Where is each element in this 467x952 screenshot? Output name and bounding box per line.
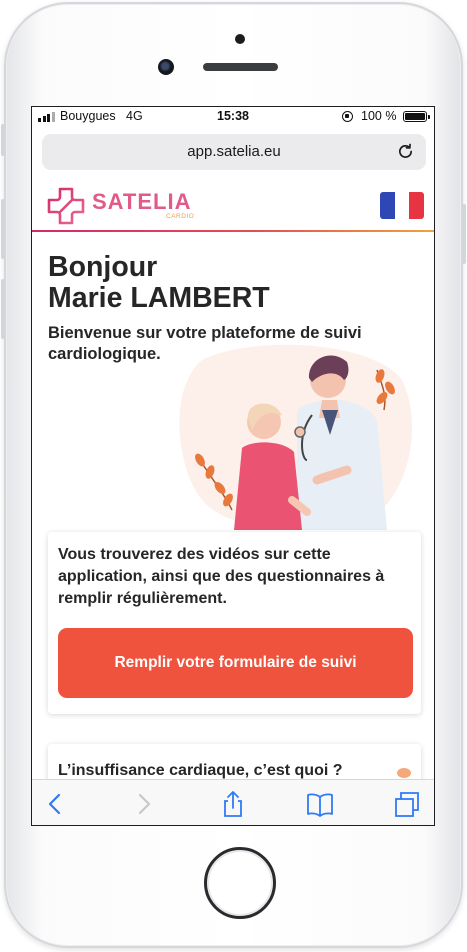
greeting-line1: Bonjour	[48, 251, 158, 283]
share-icon[interactable]	[218, 790, 248, 818]
logo-text: SATELIA	[92, 189, 192, 214]
status-time: 15:38	[217, 109, 249, 123]
front-camera	[158, 59, 174, 75]
heart-failure-title: L’insuffisance cardiaque, c’est quoi ?	[58, 762, 343, 779]
reload-icon[interactable]	[397, 143, 414, 160]
carrier-label: Bouygues 4G	[60, 109, 143, 123]
proximity-sensor	[235, 34, 245, 44]
browser-toolbar	[32, 779, 434, 825]
address-bar[interactable]: app.satelia.eu	[42, 134, 426, 170]
app-header: SATELIA CARDIO	[32, 176, 434, 232]
signal-icon	[38, 112, 55, 122]
earpiece-speaker	[203, 63, 278, 71]
language-flag-icon[interactable]	[380, 192, 424, 219]
greeting: Bonjour Marie LAMBERT	[48, 252, 270, 314]
info-text: Vous trouverez des vidéos sur cette appl…	[58, 546, 385, 607]
orientation-lock-icon	[342, 111, 353, 122]
status-bar: Bouygues 4G 15:38 100 %	[32, 107, 434, 127]
mute-switch	[1, 124, 5, 156]
card-thumbnail	[397, 768, 411, 778]
back-icon[interactable]	[40, 790, 70, 818]
bookmarks-icon[interactable]	[305, 790, 335, 818]
network-label: 4G	[126, 109, 143, 123]
screen: Bouygues 4G 15:38 100 % app.satelia.eu S…	[31, 106, 435, 826]
info-card: Vous trouverez des vidéos sur cette appl…	[48, 532, 421, 714]
heart-failure-card[interactable]: L’insuffisance cardiaque, c’est quoi ?	[48, 744, 421, 779]
power-button	[462, 204, 466, 264]
forward-icon[interactable]	[129, 790, 159, 818]
logo-subtitle: CARDIO	[166, 213, 195, 220]
main-content: Bonjour Marie LAMBERT Bienvenue sur votr…	[32, 234, 434, 779]
volume-up-button	[1, 199, 5, 259]
user-name: Marie LAMBERT	[48, 282, 270, 314]
doctor-patient-illustration	[179, 344, 412, 530]
tabs-icon[interactable]	[392, 790, 422, 818]
battery-percent: 100 %	[361, 109, 397, 123]
home-button[interactable]	[204, 847, 276, 919]
fill-form-button[interactable]: Remplir votre formulaire de suivi	[58, 628, 413, 698]
volume-down-button	[1, 279, 5, 339]
url-text[interactable]: app.satelia.eu	[42, 143, 426, 160]
satelia-logo-icon	[47, 187, 85, 225]
battery-icon	[403, 111, 430, 122]
